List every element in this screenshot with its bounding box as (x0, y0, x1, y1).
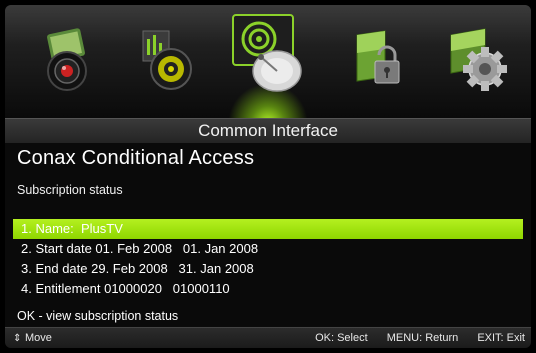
sound-speaker-icon[interactable] (139, 29, 195, 93)
list-item-start-date[interactable]: 2. Start date 01. Feb 2008 01. Jan 2008 (13, 239, 523, 259)
satellite-dish-icon[interactable] (231, 13, 307, 97)
page-title: Common Interface (5, 118, 531, 144)
menu-return-hint: MENU: Return (386, 332, 459, 344)
subscription-status-label: Subscription status (17, 183, 123, 197)
tv-menu-frame: Common Interface Conax Conditional Acces… (5, 5, 531, 348)
footer-bar: ⇕ Move OK: Select MENU: Return EXIT: Exi… (5, 327, 531, 348)
list-item-end-date[interactable]: 3. End date 29. Feb 2008 31. Jan 2008 (13, 259, 523, 279)
lock-shield-icon[interactable] (351, 29, 407, 93)
list-item-entitlement[interactable]: 4. Entitlement 01000020 01000110 (13, 279, 523, 299)
exit-hint: EXIT: Exit (477, 332, 525, 344)
subscription-list: 1. Name: PlusTV 2. Start date 01. Feb 20… (13, 219, 523, 299)
content-panel: Conax Conditional Access Subscription st… (5, 143, 531, 326)
ok-select-hint: OK: Select (315, 332, 368, 344)
module-heading: Conax Conditional Access (17, 147, 255, 169)
list-item-name[interactable]: 1. Name: PlusTV (13, 219, 523, 239)
settings-gear-icon[interactable] (445, 27, 509, 95)
hint-text: OK - view subscription status (17, 309, 179, 323)
picture-camera-icon[interactable] (37, 27, 101, 95)
move-hint: Move (25, 332, 52, 344)
menu-icon-bar (5, 5, 531, 123)
up-down-arrows-icon: ⇕ (13, 333, 22, 344)
